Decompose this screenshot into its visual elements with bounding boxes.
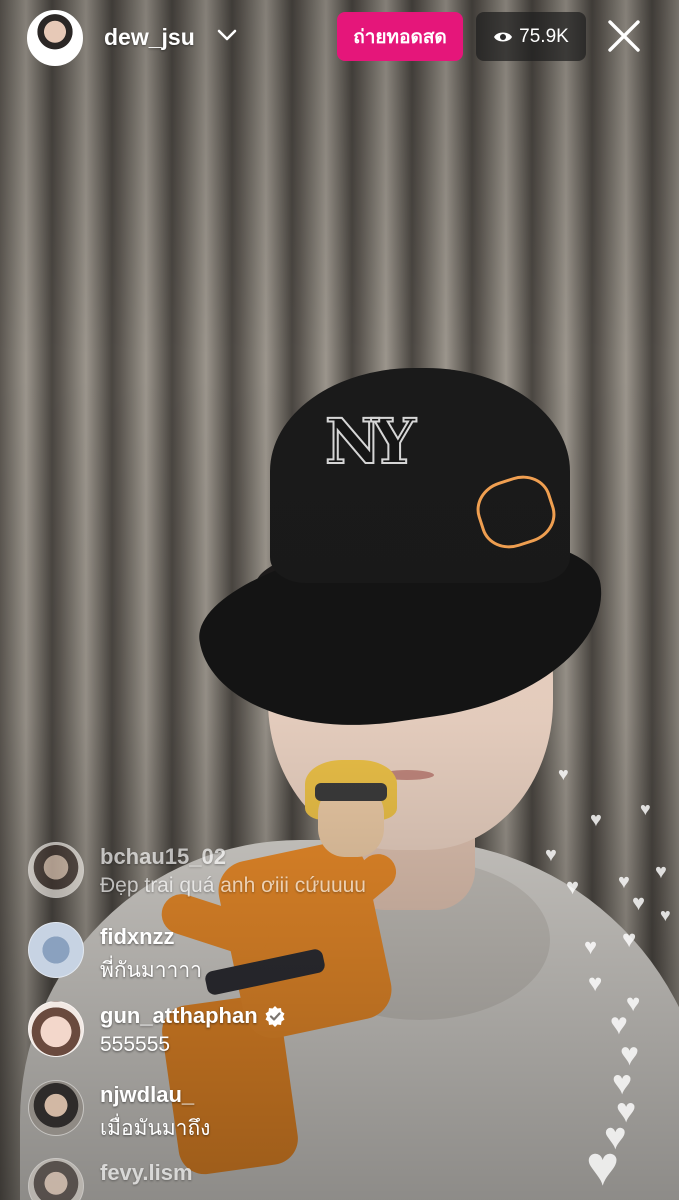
heart-icon: ♥ xyxy=(655,861,667,883)
commenter-avatar[interactable] xyxy=(28,1158,84,1200)
commenter-avatar[interactable] xyxy=(28,1080,84,1136)
host-username[interactable]: dew_jsu xyxy=(104,24,195,51)
heart-icon: ♥ xyxy=(545,844,557,866)
heart-icon: ♥ xyxy=(660,905,671,925)
heart-icon: ♥ xyxy=(622,926,637,953)
heart-icon: ♥ xyxy=(588,970,603,997)
heart-icon: ♥ xyxy=(640,799,651,819)
comment-item[interactable]: fevy.lism xyxy=(28,1156,468,1200)
heart-icon: ♥ xyxy=(566,874,580,899)
heart-icon: ♥ xyxy=(584,934,598,959)
comment-text: Đẹp trai quá anh ơiii cứuuuu xyxy=(100,874,366,897)
viewer-count: 75.9K xyxy=(519,25,569,47)
comment-username-row[interactable]: gun_atthaphan xyxy=(100,1003,286,1029)
close-icon[interactable] xyxy=(603,15,645,57)
host-avatar[interactable] xyxy=(27,10,83,66)
comment-item[interactable]: bchau15_02 Đẹp trai quá anh ơiii cứuuuu xyxy=(28,840,468,906)
commenter-avatar[interactable] xyxy=(28,1001,84,1057)
heart-icon: ♥ xyxy=(618,871,630,893)
live-badge-label: ถ่ายทอดสด xyxy=(353,26,447,48)
comment-username[interactable]: fidxnzz xyxy=(100,924,175,950)
top-bar: dew_jsu ถ่ายทอดสด 75.9K xyxy=(0,0,679,76)
commenter-avatar[interactable] xyxy=(28,842,84,898)
comment-text: พี่กันมาาาา xyxy=(100,959,202,982)
comment-username[interactable]: njwdlau_ xyxy=(100,1082,194,1108)
heart-icon: ♥ xyxy=(586,1134,620,1197)
commenter-avatar[interactable] xyxy=(28,922,84,978)
comment-username[interactable]: bchau15_02 xyxy=(100,844,226,870)
comment-text: 555555 xyxy=(100,1033,171,1056)
comment-username[interactable]: gun_atthaphan xyxy=(100,1003,258,1029)
viewer-count-badge[interactable]: 75.9K xyxy=(476,12,586,61)
heart-icon: ♥ xyxy=(632,890,646,915)
heart-icon: ♥ xyxy=(558,764,569,784)
verified-badge-icon xyxy=(265,1006,285,1027)
heart-icon: ♥ xyxy=(590,809,602,831)
eye-icon xyxy=(494,32,513,41)
comment-text: เมื่อมันมาถึง xyxy=(100,1117,211,1140)
live-badge: ถ่ายทอดสด xyxy=(337,12,463,61)
comment-username[interactable]: fevy.lism xyxy=(100,1160,193,1186)
comment-item[interactable]: njwdlau_ เมื่อมันมาถึง xyxy=(28,1078,468,1144)
heart-icon: ♥ xyxy=(626,990,641,1017)
comment-item[interactable]: gun_atthaphan 555555 xyxy=(28,999,468,1065)
chevron-down-icon[interactable] xyxy=(216,24,238,46)
live-video-screen: NY dew_jsu ถ่ายทอดสด 75.9K xyxy=(0,0,679,1200)
comment-item[interactable]: fidxnzz พี่กันมาาาา xyxy=(28,920,468,986)
